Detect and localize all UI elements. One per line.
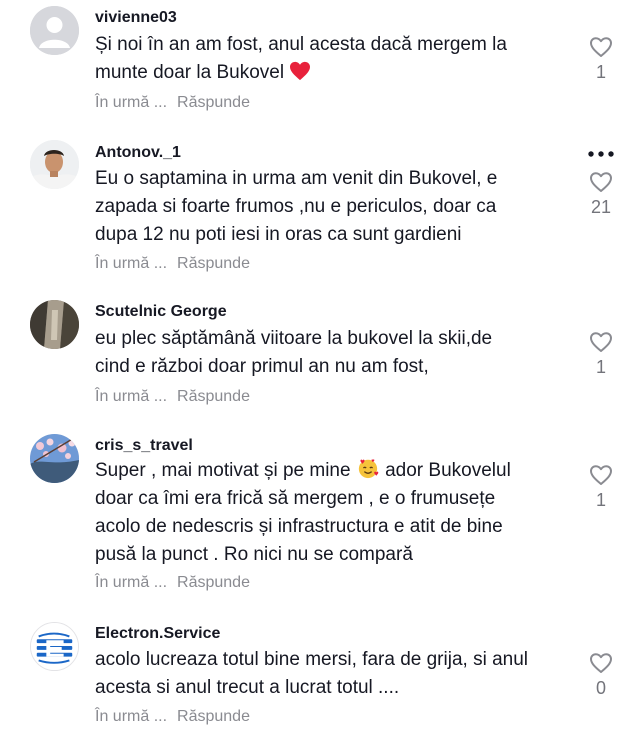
comment-time: În urmă ... [95,708,168,725]
comment-time: În urmă ... [95,388,168,405]
heart-outline-icon[interactable] [589,652,613,674]
comment-line: acolo de nedescris și infrastructura e a… [95,516,503,537]
comment-line: acolo lucreaza totul bine mersi, fara de… [95,649,529,670]
comment-line: munte doar la Bukovel [95,59,575,87]
avatar[interactable] [30,6,79,55]
reply-button[interactable]: Răspunde [177,94,250,111]
avatar[interactable] [30,140,79,189]
comment-line: Și noi în an am fost, anul acesta dacă m… [95,34,507,55]
default-avatar-icon [30,6,79,55]
comment-meta: În urmă ... Răspunde [95,707,250,727]
comment-meta: În urmă ... Răspunde [95,254,250,274]
reply-button[interactable]: Răspunde [177,708,250,725]
like-control: 1 [588,464,614,510]
red-heart-emoji-icon [290,61,311,81]
smiling-face-with-hearts-emoji-icon [358,459,379,479]
comment-username[interactable]: vivienne03 [95,8,177,28]
comment-username[interactable]: Antonov._1 [95,143,181,163]
reply-button[interactable]: Răspunde [177,388,250,405]
comment-line: Super , mai motivat și pe mine ador Buko… [95,457,575,485]
comment-line: acesta si anul trecut a lucrat totul ...… [95,677,400,698]
comment-username[interactable]: Electron.Service [95,624,220,644]
like-control: 1 [588,331,614,377]
heart-outline-icon[interactable] [589,171,613,193]
like-count: 0 [595,678,606,698]
comment-line: eu plec săptămână viitoare la bukovel la… [95,328,493,349]
like-control: 1 [588,36,614,82]
like-control: 0 [588,652,614,698]
more-options-icon[interactable] [586,150,616,158]
like-count: 1 [595,490,606,510]
like-control: 21 [588,171,614,217]
comment-line-text: ador Bukovelul [385,460,511,481]
comment-username[interactable]: Scutelnic George [95,302,227,322]
heart-outline-icon[interactable] [589,331,613,353]
comment-line-text: munte doar la Bukovel [95,62,285,83]
reply-button[interactable]: Răspunde [177,255,250,272]
avatar[interactable] [30,434,79,483]
comment-line-text: Super , mai motivat și pe mine [95,460,351,481]
comment-line: doar ca îmi era frică să mergem , e o fr… [95,488,496,509]
profile-photo-icon [30,300,79,349]
comment-text: Super , mai motivat și pe mine ador Buko… [95,457,575,569]
comment-text: Eu o saptamina in urma am venit din Buko… [95,165,575,249]
comment-meta: În urmă ... Răspunde [95,573,250,593]
comment-line: cind e război doar primul an nu am fost, [95,356,429,377]
comment-text: eu plec săptămână viitoare la bukovel la… [95,325,575,381]
comment-text: acolo lucreaza totul bine mersi, fara de… [95,646,575,702]
profile-photo-icon [30,434,79,483]
comment-time: În urmă ... [95,94,168,111]
comment-line: zapada si foarte frumos ,nu e periculos,… [95,196,497,217]
like-count: 1 [595,62,606,82]
like-count: 21 [590,197,612,217]
electro-service-logo-icon [31,623,78,670]
comment-meta: În urmă ... Răspunde [95,93,250,113]
avatar[interactable] [30,300,79,349]
heart-outline-icon[interactable] [589,36,613,58]
comment-line: dupa 12 nu poti iesi in oras ca sunt gar… [95,224,462,245]
comment-time: În urmă ... [95,255,168,272]
comment-time: În urmă ... [95,574,168,591]
comment-line: Eu o saptamina in urma am venit din Buko… [95,168,498,189]
reply-button[interactable]: Răspunde [177,574,250,591]
heart-outline-icon[interactable] [589,464,613,486]
comment-text: Și noi în an am fost, anul acesta dacă m… [95,31,575,87]
comment-line: pusă la punct . Ro nici nu se compară [95,544,413,565]
comment-username[interactable]: cris_s_travel [95,436,193,456]
avatar[interactable] [30,622,79,671]
comment-meta: În urmă ... Răspunde [95,387,250,407]
profile-photo-icon [30,140,79,189]
like-count: 1 [595,357,606,377]
